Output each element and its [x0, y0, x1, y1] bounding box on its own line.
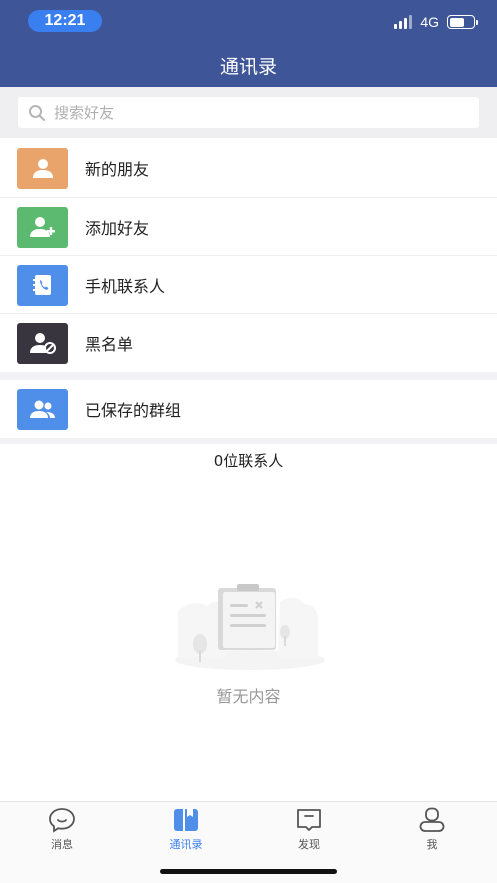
tab-label: 通讯录: [169, 838, 203, 851]
network-type: 4G: [420, 14, 439, 30]
search-area: [0, 87, 497, 138]
menu-item-label: 添加好友: [85, 219, 150, 238]
search-input[interactable]: [54, 103, 454, 122]
empty-state-text: 暂无内容: [216, 687, 281, 706]
battery-icon: [447, 15, 478, 29]
blocked-person-icon: [17, 322, 68, 364]
contacts-count: 0位联系人: [213, 452, 284, 470]
group-icon: [17, 388, 68, 430]
section-gap: [0, 438, 497, 444]
tab-messages[interactable]: 消息: [22, 807, 102, 852]
menu-item-label: 已保存的群组: [85, 401, 182, 420]
tab-contacts[interactable]: 通讯录: [146, 807, 226, 852]
menu-item-new-friends[interactable]: 新的朋友: [0, 139, 497, 197]
person-icon: [17, 147, 68, 189]
menu-item-phone-contacts[interactable]: 手机联系人: [0, 256, 497, 314]
tab-label: 发现: [298, 838, 320, 851]
menu-item-label: 新的朋友: [85, 160, 150, 179]
tab-discover[interactable]: 发现: [269, 807, 349, 852]
page-title: 通讯录: [219, 56, 277, 78]
profile-icon: [419, 807, 445, 832]
status-time: 12:21: [28, 10, 102, 32]
contacts-book-icon: [174, 809, 198, 831]
signal-icon: [394, 15, 413, 29]
search-icon: [29, 104, 45, 121]
discover-icon: [297, 809, 321, 831]
menu-item-label: 黑名单: [85, 335, 134, 354]
menu-item-blacklist[interactable]: 黑名单: [0, 314, 497, 372]
empty-clipboard-icon: [175, 584, 325, 670]
chat-bubble-icon: [49, 808, 75, 833]
add-person-icon: [17, 206, 68, 248]
home-indicator[interactable]: [160, 869, 337, 874]
header-bar: 12:21 4G 通讯录: [0, 0, 497, 87]
search-box[interactable]: [18, 97, 479, 128]
tab-label: 我: [426, 838, 438, 851]
menu-item-add-friend[interactable]: 添加好友: [0, 198, 497, 256]
menu-item-saved-groups[interactable]: 已保存的群组: [0, 380, 497, 438]
tab-label: 消息: [51, 838, 73, 851]
status-indicators: 4G: [394, 12, 478, 32]
menu-item-label: 手机联系人: [85, 277, 166, 296]
section-gap: [0, 372, 497, 380]
tab-me[interactable]: 我: [392, 807, 472, 852]
phone-book-icon: [17, 264, 68, 306]
